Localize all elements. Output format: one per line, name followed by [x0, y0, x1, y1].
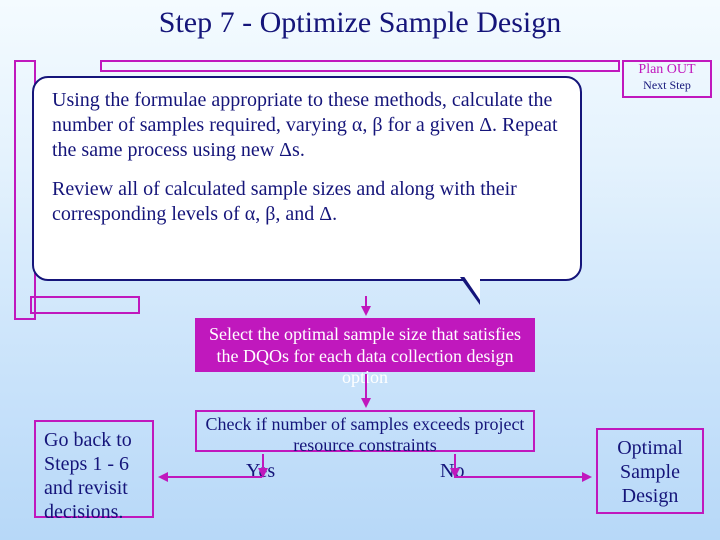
go-back-text: Go back to Steps 1 - 6 and revisit decis… [44, 429, 132, 523]
callout-paragraph-1: Using the formulae appropriate to these … [52, 88, 562, 163]
select-optimal-box: Select the optimal sample size that sati… [195, 318, 535, 372]
bg-partial-box-top [100, 60, 620, 72]
callout-paragraph-2: Review all of calculated sample sizes an… [52, 177, 562, 227]
plan-out-label: Plan OUT [624, 62, 710, 78]
slide: Step 7 - Optimize Sample Design Plan OUT… [0, 0, 720, 540]
instruction-callout: Using the formulae appropriate to these … [32, 76, 582, 281]
plan-out-box: Plan OUT Next Step [622, 60, 712, 98]
arrow-yes-down [262, 454, 264, 476]
arrow-yes-left [160, 476, 262, 478]
arrow-no-down [454, 454, 456, 476]
arrow-into-select [365, 296, 367, 314]
decorative-small-box [30, 296, 140, 314]
arrow-select-to-check [365, 374, 367, 406]
callout-tail-icon [460, 277, 480, 305]
go-back-box: Go back to Steps 1 - 6 and revisit decis… [34, 420, 154, 518]
page-title: Step 7 - Optimize Sample Design [0, 0, 720, 40]
check-constraints-box: Check if number of samples exceeds proje… [195, 410, 535, 452]
optimal-design-box: Optimal Sample Design [596, 428, 704, 514]
optimal-design-text: Optimal Sample Design [617, 437, 683, 507]
arrow-no-right [454, 476, 590, 478]
check-constraints-text: Check if number of samples exceeds proje… [206, 414, 525, 455]
plan-out-sublabel: Next Step [624, 78, 710, 93]
